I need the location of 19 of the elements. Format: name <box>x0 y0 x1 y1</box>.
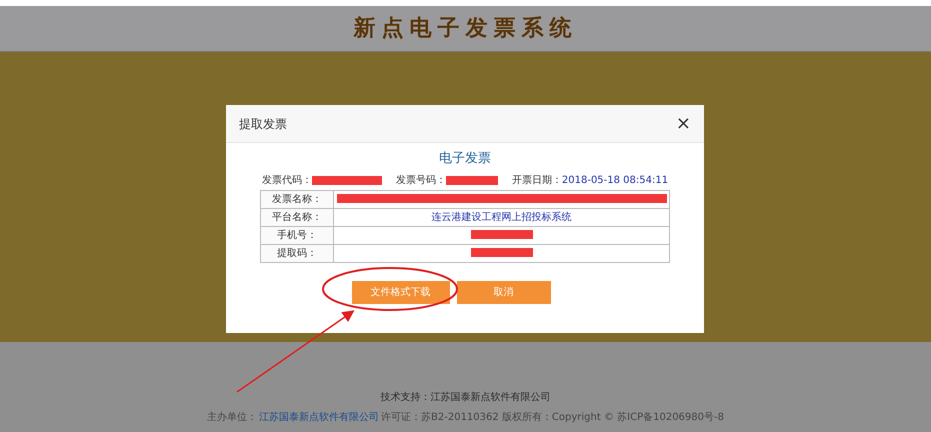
table-cell: 平台名称： <box>260 208 334 226</box>
close-button[interactable]: × <box>676 114 691 132</box>
field-label: 发票代码： <box>262 174 312 188</box>
field-label: 开票日期： <box>512 174 562 188</box>
table-cell: 连云港建设工程网上招投标系统 <box>334 208 670 226</box>
field-label: 发票号码： <box>396 174 446 188</box>
table-cell: 手机号： <box>260 226 334 244</box>
license-text: 许可证：苏B2-20110362 版权所有：Copyright © 苏ICP备10206980号-8 <box>381 412 724 424</box>
invoice-heading: 电子发票 <box>439 150 491 168</box>
tech-support-text: 技术支持：江苏国泰新点软件有限公司 <box>380 392 550 404</box>
site-title: 新点电子发票系统 <box>354 15 578 43</box>
download-button[interactable]: 文件格式下载 <box>352 280 450 304</box>
host-link[interactable]: 江苏国泰新点软件有限公司 <box>259 412 380 424</box>
table-cell: 提取码： <box>260 244 334 262</box>
table-cell: 发票名称： <box>260 190 334 208</box>
cancel-button[interactable]: 取消 <box>456 280 550 304</box>
invoice-date: 2018-05-18 08:54:11 <box>562 174 668 188</box>
host-label: 主办单位： <box>207 412 258 424</box>
dialog-title: 提取发票 <box>239 116 287 132</box>
